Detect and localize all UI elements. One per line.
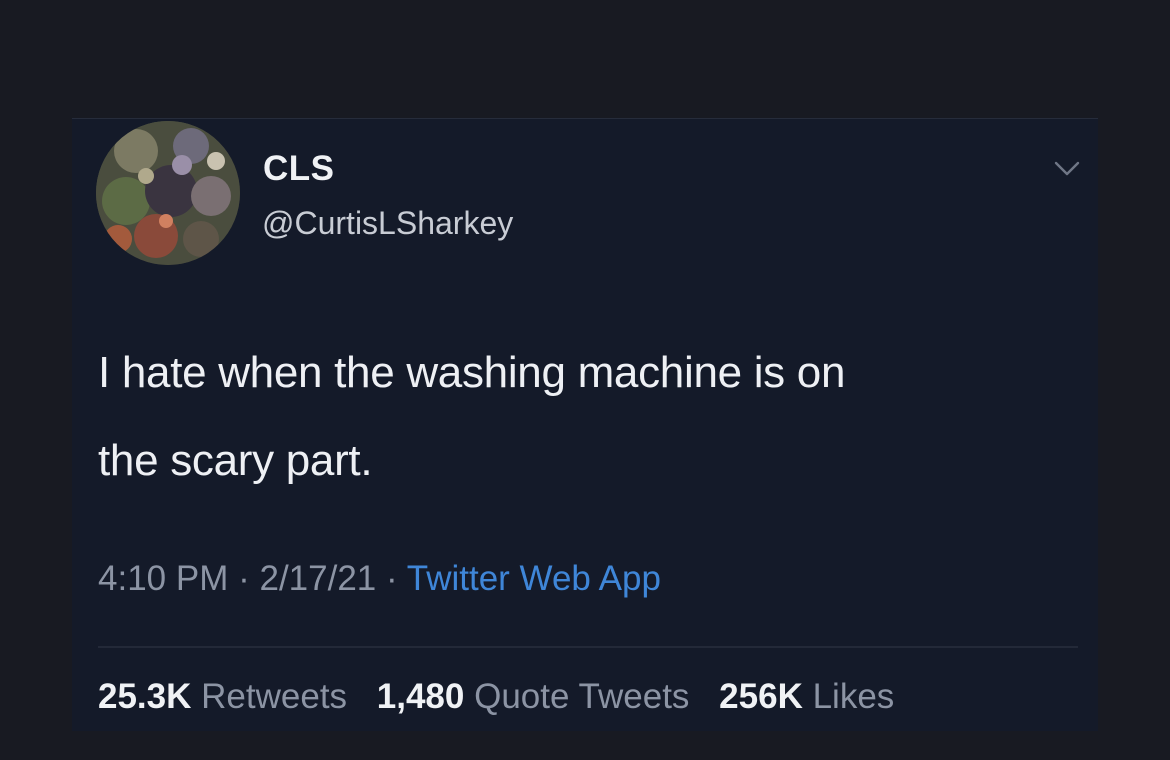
quote-tweets-label: Quote Tweets [474,677,690,716]
meta-separator: · [238,559,250,598]
retweets-count: 25.3K [98,677,192,716]
tweet-text-line: the scary part. [98,436,373,485]
quote-tweets-stat[interactable]: 1,480 Quote Tweets [377,677,690,716]
likes-count: 256K [719,677,803,716]
likes-stat[interactable]: 256K Likes [719,677,894,716]
tweet-stats: 25.3K Retweets 1,480 Quote Tweets 256K L… [98,677,894,717]
tweet-source-link[interactable]: Twitter Web App [407,559,661,598]
tweet-text: I hate when the washing machine is on th… [98,329,1088,505]
page: CLS @CurtisLSharkey I hate when the wash… [0,0,1170,760]
chevron-down-icon[interactable] [1052,157,1082,181]
user-handle[interactable]: @CurtisLSharkey [262,205,513,242]
retweets-stat[interactable]: 25.3K Retweets [98,677,347,716]
meta-separator: · [386,559,398,598]
avatar-image [96,121,240,265]
retweets-label: Retweets [201,677,348,716]
display-name[interactable]: CLS [263,149,335,189]
divider [98,646,1078,648]
likes-label: Likes [812,677,895,716]
tweet-date[interactable]: 2/17/21 [259,559,376,598]
quote-tweets-count: 1,480 [376,677,465,716]
tweet-card: CLS @CurtisLSharkey I hate when the wash… [72,118,1098,731]
tweet-text-line: I hate when the washing machine is on [98,348,846,397]
tweet-time[interactable]: 4:10 PM [98,559,228,598]
tweet-meta: 4:10 PM · 2/17/21 · Twitter Web App [98,559,661,599]
avatar[interactable] [96,121,240,265]
